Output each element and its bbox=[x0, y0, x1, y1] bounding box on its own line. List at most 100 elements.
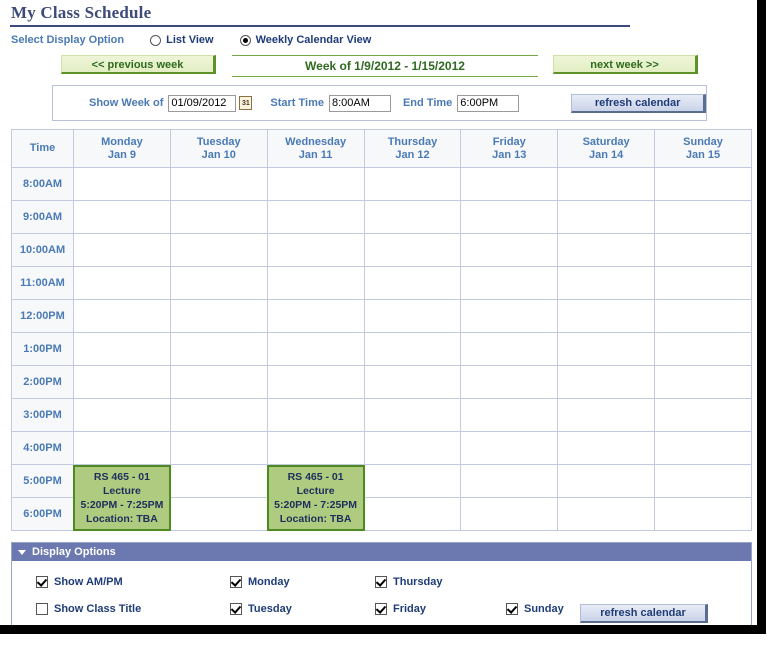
calendar-slot-sunday-1200PM[interactable] bbox=[654, 299, 752, 333]
refresh-calendar-button-top[interactable]: refresh calendar bbox=[571, 93, 706, 113]
end-time-input[interactable] bbox=[457, 94, 520, 112]
calendar-slot-sunday-100PM[interactable] bbox=[654, 332, 752, 366]
calendar-slot-friday-400PM[interactable] bbox=[460, 431, 559, 465]
calendar-slot-wednesday-900AM[interactable] bbox=[266, 200, 365, 234]
calendar-slot-wednesday-1000AM[interactable] bbox=[266, 233, 365, 267]
calendar-slot-wednesday-500PM[interactable]: RS 465 - 01 Lecture 5:20PM - 7:25PM Locatio… bbox=[266, 464, 365, 531]
calendar-slot-tuesday-800AM[interactable] bbox=[169, 167, 268, 201]
calendar-slot-sunday-600PM[interactable] bbox=[654, 497, 752, 531]
checkbox-friday[interactable]: Friday bbox=[375, 602, 426, 616]
calendar-slot-tuesday-300PM[interactable] bbox=[169, 398, 268, 432]
calendar-slot-sunday-1000AM[interactable] bbox=[654, 233, 752, 267]
calendar-slot-friday-200PM[interactable] bbox=[460, 365, 559, 399]
calendar-slot-monday-300PM[interactable] bbox=[73, 398, 171, 432]
calendar-slot-friday-900AM[interactable] bbox=[460, 200, 559, 234]
calendar-slot-friday-1200PM[interactable] bbox=[460, 299, 559, 333]
calendar-slot-saturday-900AM[interactable] bbox=[557, 200, 656, 234]
calendar-slot-saturday-1200PM[interactable] bbox=[557, 299, 656, 333]
calendar-slot-sunday-400PM[interactable] bbox=[654, 431, 752, 465]
calendar-slot-saturday-500PM[interactable] bbox=[557, 464, 656, 498]
calendar-slot-thursday-400PM[interactable] bbox=[363, 431, 462, 465]
checkbox-show-instructors[interactable]: Show Instructors bbox=[36, 629, 144, 634]
calendar-slot-thursday-1100AM[interactable] bbox=[363, 266, 462, 300]
calendar-slot-monday-200PM[interactable] bbox=[73, 365, 171, 399]
calendar-slot-friday-600PM[interactable] bbox=[460, 497, 559, 531]
show-week-of-input[interactable] bbox=[168, 94, 237, 112]
calendar-slot-sunday-1100AM[interactable] bbox=[654, 266, 752, 300]
calendar-slot-thursday-300PM[interactable] bbox=[363, 398, 462, 432]
calendar-slot-friday-1100AM[interactable] bbox=[460, 266, 559, 300]
calendar-slot-saturday-100PM[interactable] bbox=[557, 332, 656, 366]
calendar-slot-friday-300PM[interactable] bbox=[460, 398, 559, 432]
checkbox-icon[interactable] bbox=[375, 576, 387, 588]
calendar-slot-saturday-600PM[interactable] bbox=[557, 497, 656, 531]
calendar-slot-thursday-100PM[interactable] bbox=[363, 332, 462, 366]
calendar-slot-saturday-300PM[interactable] bbox=[557, 398, 656, 432]
checkbox-icon[interactable] bbox=[375, 630, 387, 634]
calendar-event[interactable]: RS 465 - 01 Lecture 5:20PM - 7:25PM Locatio… bbox=[266, 465, 365, 531]
calendar-slot-sunday-900AM[interactable] bbox=[654, 200, 752, 234]
checkbox-tuesday[interactable]: Tuesday bbox=[230, 602, 292, 616]
calendar-slot-thursday-200PM[interactable] bbox=[363, 365, 462, 399]
calendar-slot-wednesday-400PM[interactable] bbox=[266, 431, 365, 465]
checkbox-icon[interactable] bbox=[375, 603, 387, 615]
calendar-slot-wednesday-1100AM[interactable] bbox=[266, 266, 365, 300]
calendar-slot-monday-100PM[interactable] bbox=[73, 332, 171, 366]
calendar-slot-friday-500PM[interactable] bbox=[460, 464, 559, 498]
checkbox-icon[interactable] bbox=[36, 630, 48, 634]
checkbox-show-am-pm[interactable]: Show AM/PM bbox=[36, 575, 123, 589]
checkbox-show-class-title[interactable]: Show Class Title bbox=[36, 602, 141, 616]
calendar-slot-monday-1000AM[interactable] bbox=[73, 233, 171, 267]
collapse-triangle-icon[interactable] bbox=[18, 549, 26, 555]
calendar-slot-saturday-400PM[interactable] bbox=[557, 431, 656, 465]
refresh-calendar-button-bottom[interactable]: refresh calendar bbox=[580, 604, 708, 623]
checkbox-icon[interactable] bbox=[36, 576, 48, 588]
calendar-slot-sunday-800AM[interactable] bbox=[654, 167, 752, 201]
calendar-slot-friday-1000AM[interactable] bbox=[460, 233, 559, 267]
checkbox-sunday[interactable]: Sunday bbox=[506, 602, 564, 616]
calendar-slot-tuesday-100PM[interactable] bbox=[169, 332, 268, 366]
calendar-slot-thursday-1000AM[interactable] bbox=[363, 233, 462, 267]
calendar-slot-tuesday-1000AM[interactable] bbox=[169, 233, 268, 267]
calendar-slot-tuesday-600PM[interactable] bbox=[169, 497, 268, 531]
calendar-slot-saturday-1100AM[interactable] bbox=[557, 266, 656, 300]
calendar-slot-tuesday-1200PM[interactable] bbox=[169, 299, 268, 333]
checkbox-icon[interactable] bbox=[230, 630, 242, 634]
checkbox-icon[interactable] bbox=[230, 576, 242, 588]
calendar-slot-monday-400PM[interactable] bbox=[73, 431, 171, 465]
calendar-slot-wednesday-300PM[interactable] bbox=[266, 398, 365, 432]
checkbox-icon[interactable] bbox=[230, 603, 242, 615]
calendar-slot-saturday-200PM[interactable] bbox=[557, 365, 656, 399]
radio-list-view-icon[interactable] bbox=[150, 34, 162, 46]
calendar-slot-monday-500PM[interactable]: RS 465 - 01 Lecture 5:20PM - 7:25PM Locatio… bbox=[73, 464, 171, 531]
calendar-slot-wednesday-1200PM[interactable] bbox=[266, 299, 365, 333]
display-options-header[interactable]: Display Options bbox=[12, 543, 751, 561]
calendar-slot-sunday-200PM[interactable] bbox=[654, 365, 752, 399]
calendar-slot-wednesday-800AM[interactable] bbox=[266, 167, 365, 201]
calendar-slot-thursday-1200PM[interactable] bbox=[363, 299, 462, 333]
radio-weekly-calendar-view[interactable]: Weekly Calendar View bbox=[239, 34, 371, 46]
calendar-slot-sunday-300PM[interactable] bbox=[654, 398, 752, 432]
checkbox-saturday[interactable]: Saturday bbox=[375, 629, 440, 634]
checkbox-icon[interactable] bbox=[36, 603, 48, 615]
calendar-slot-tuesday-900AM[interactable] bbox=[169, 200, 268, 234]
next-week-button[interactable]: next week >> bbox=[553, 55, 698, 74]
checkbox-wednesday[interactable]: Wednesday bbox=[230, 629, 309, 634]
calendar-slot-tuesday-200PM[interactable] bbox=[169, 365, 268, 399]
calendar-slot-monday-900AM[interactable] bbox=[73, 200, 171, 234]
calendar-slot-tuesday-400PM[interactable] bbox=[169, 431, 268, 465]
checkbox-thursday[interactable]: Thursday bbox=[375, 575, 443, 589]
calendar-picker-icon[interactable]: 31 bbox=[239, 96, 253, 110]
calendar-slot-saturday-1000AM[interactable] bbox=[557, 233, 656, 267]
radio-weekly-calendar-view-icon[interactable] bbox=[239, 34, 251, 46]
calendar-slot-monday-1100AM[interactable] bbox=[73, 266, 171, 300]
calendar-slot-tuesday-1100AM[interactable] bbox=[169, 266, 268, 300]
calendar-slot-wednesday-200PM[interactable] bbox=[266, 365, 365, 399]
calendar-slot-sunday-500PM[interactable] bbox=[654, 464, 752, 498]
calendar-slot-monday-800AM[interactable] bbox=[73, 167, 171, 201]
previous-week-button[interactable]: << previous week bbox=[61, 55, 216, 74]
calendar-slot-thursday-900AM[interactable] bbox=[363, 200, 462, 234]
start-time-input[interactable] bbox=[328, 94, 391, 112]
checkbox-monday[interactable]: Monday bbox=[230, 575, 290, 589]
calendar-slot-monday-1200PM[interactable] bbox=[73, 299, 171, 333]
